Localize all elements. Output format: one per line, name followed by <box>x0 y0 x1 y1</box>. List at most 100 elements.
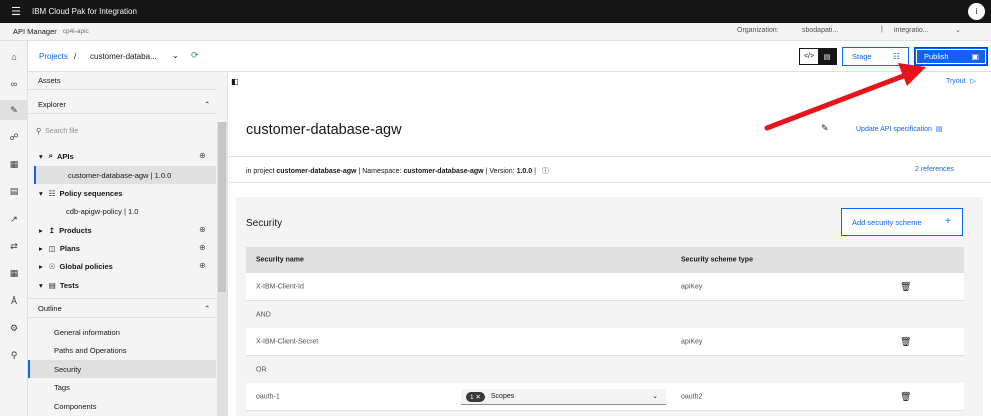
join-operator: OR <box>256 366 267 373</box>
develop-icon[interactable]: ✎ <box>0 100 28 120</box>
api-item-label: customer-database-agw | 1.0.0 <box>68 170 172 180</box>
catalog-icon[interactable]: ▤ <box>0 181 28 201</box>
chevron-down-icon: ▾ <box>39 188 43 198</box>
home-icon[interactable]: ⌂ <box>0 47 28 67</box>
outline-tags[interactable]: Tags <box>54 379 70 395</box>
add-security-scheme-button[interactable]: Add security scheme + <box>841 208 963 236</box>
user-avatar[interactable]: i <box>968 3 985 20</box>
outline-header[interactable]: Outline ⌃ <box>28 298 216 318</box>
apis-label: APIs <box>56 151 74 161</box>
update-api-spec-link[interactable]: Update API specification ▤ <box>856 125 943 133</box>
assets-header[interactable]: Assets <box>28 72 216 90</box>
chevron-right-icon: ▸ <box>39 225 43 235</box>
breadcrumb-separator: / <box>74 52 77 61</box>
outline-item-label: Security <box>54 364 82 374</box>
table-row[interactable]: oauth-1 1 ✕ Scopes ⌄ oauth2 🗑 <box>246 383 964 411</box>
tree-apis[interactable]: ▾ ⌕ APIs <box>39 148 74 164</box>
tree-policy-item[interactable]: cdb-apigw-policy | 1.0 <box>66 203 138 219</box>
chevron-up-icon[interactable]: ⌃ <box>204 304 210 313</box>
meta-version: 1.0.0 <box>516 168 533 175</box>
explorer-label: Explorer <box>38 100 66 109</box>
gateway-icon[interactable]: ⇄ <box>0 236 28 256</box>
meta-namespace: customer-database-agw <box>403 168 484 175</box>
tree-plans[interactable]: ▸ ◫ Plans <box>39 240 80 256</box>
top-navigation-bar: ☰ IBM Cloud Pak for Integration i <box>0 0 991 23</box>
plans-icon: ◫ <box>48 243 56 253</box>
outline-components[interactable]: Components <box>54 398 97 414</box>
tree-tests[interactable]: ▾ ▤ Tests <box>39 277 79 293</box>
chevron-right-icon: ▸ <box>39 261 43 271</box>
scrollbar-thumb[interactable] <box>218 122 226 292</box>
chevron-up-icon[interactable]: ⌃ <box>204 100 210 109</box>
join-row: OR <box>246 356 964 383</box>
menu-icon[interactable]: ☰ <box>0 5 32 18</box>
document-icon: ▤ <box>935 126 943 133</box>
admin-icon[interactable]: ▦ <box>0 263 28 283</box>
publish-icon: ▣ <box>971 52 979 61</box>
outline-paths-and-operations[interactable]: Paths and Operations <box>54 342 127 358</box>
scheme-type-cell: apiKey <box>681 283 703 290</box>
outline-toggle-icon[interactable]: ◧ <box>231 77 239 86</box>
delete-icon[interactable]: 🗑 <box>900 336 911 347</box>
table-row[interactable]: X-IBM-Client-Id apiKey 🗑 <box>246 273 964 301</box>
search-file-input[interactable]: ⚲ Search file <box>36 122 214 140</box>
edit-icon[interactable]: ✎ <box>821 123 829 134</box>
add-product-icon[interactable]: ⊕ <box>199 225 206 234</box>
policy-sequences-label: Policy sequences <box>59 188 123 198</box>
app-name: API Manager <box>13 27 57 36</box>
outline-general-information[interactable]: General information <box>54 324 120 340</box>
global-policies-label: Global policies <box>59 261 113 271</box>
catalog-selector[interactable]: integratio... <box>894 27 929 34</box>
outline-item-label: Tags <box>54 382 70 392</box>
chevron-down-icon[interactable]: ⌄ <box>955 26 961 34</box>
analytics-icon[interactable]: ↗ <box>0 209 28 229</box>
add-plan-icon[interactable]: ⊕ <box>199 243 206 252</box>
delete-icon[interactable]: 🗑 <box>900 391 911 402</box>
scheme-type-cell: apiKey <box>681 338 703 345</box>
stage-button-label: Stage <box>852 52 872 61</box>
explorer-header[interactable]: Explorer ⌃ <box>28 96 216 114</box>
info-icon[interactable]: ⓘ <box>542 168 549 175</box>
table-row[interactable]: X-IBM-Client-Secret apiKey 🗑 <box>246 328 964 356</box>
outline-item-label: Paths and Operations <box>54 345 127 355</box>
tree-api-item[interactable]: customer-database-agw | 1.0.0 <box>34 166 216 184</box>
security-name-cell: X-IBM-Client-Secret <box>256 338 319 345</box>
scopes-multiselect[interactable]: 1 ✕ Scopes ⌄ <box>461 389 666 405</box>
chevron-down-icon[interactable]: ⌄ <box>172 51 179 60</box>
apps-icon[interactable]: ▦ <box>0 154 28 174</box>
organization-selector[interactable]: sbodapati... <box>802 27 838 34</box>
members-icon[interactable]: Å <box>0 291 28 311</box>
breadcrumb-projects-link[interactable]: Projects <box>39 52 68 61</box>
stage-icon: ☷ <box>892 52 900 61</box>
api-icon[interactable]: ∞ <box>0 74 28 94</box>
form-view-icon[interactable]: ▤ <box>818 49 836 64</box>
outline-label: Outline <box>38 303 62 313</box>
explorer-scrollbar[interactable] <box>217 122 227 416</box>
instance-name: cp4i-apic <box>62 28 89 35</box>
outline-item-label: General information <box>54 327 120 337</box>
organization-label: Organization: <box>737 27 779 34</box>
source-view-icon[interactable]: </> <box>800 49 818 64</box>
tree-products[interactable]: ▸ ↥ Products <box>39 222 92 238</box>
view-toggle[interactable]: </> ▤ <box>799 48 837 65</box>
search-icon[interactable]: ⚲ <box>0 345 28 365</box>
tree-global-policies[interactable]: ▸ ☉ Global policies <box>39 258 113 274</box>
stage-button[interactable]: Stage ☷ <box>842 47 909 66</box>
explorer-panel: Assets Explorer ⌃ ⚲ Search file ▾ ⌕ APIs… <box>28 72 228 416</box>
add-api-icon[interactable]: ⊕ <box>199 151 206 160</box>
tree-policy-sequences[interactable]: ▾ ☷ Policy sequences <box>39 185 122 201</box>
tryout-link[interactable]: Tryout ▷ <box>946 77 976 85</box>
breadcrumb-bar: Projects / customer-databa... ⌄ ⟳ </> ▤ … <box>28 41 991 72</box>
apis-icon: ⌕ <box>48 151 53 160</box>
test-icon[interactable]: ☍ <box>0 127 28 147</box>
delete-icon[interactable]: 🗑 <box>900 281 911 292</box>
tryout-icon: ▷ <box>970 78 976 85</box>
add-global-policy-icon[interactable]: ⊕ <box>199 261 206 270</box>
scope-count-tag[interactable]: 1 ✕ <box>466 391 485 402</box>
breadcrumb-api-selector[interactable]: customer-databa... <box>90 52 157 61</box>
scopes-label: Scopes <box>490 393 515 400</box>
settings-icon[interactable]: ⚙ <box>0 318 28 338</box>
outline-security[interactable]: Security <box>28 360 216 378</box>
publish-button[interactable]: Publish ▣ <box>914 47 988 66</box>
references-link[interactable]: 2 references <box>915 166 954 173</box>
